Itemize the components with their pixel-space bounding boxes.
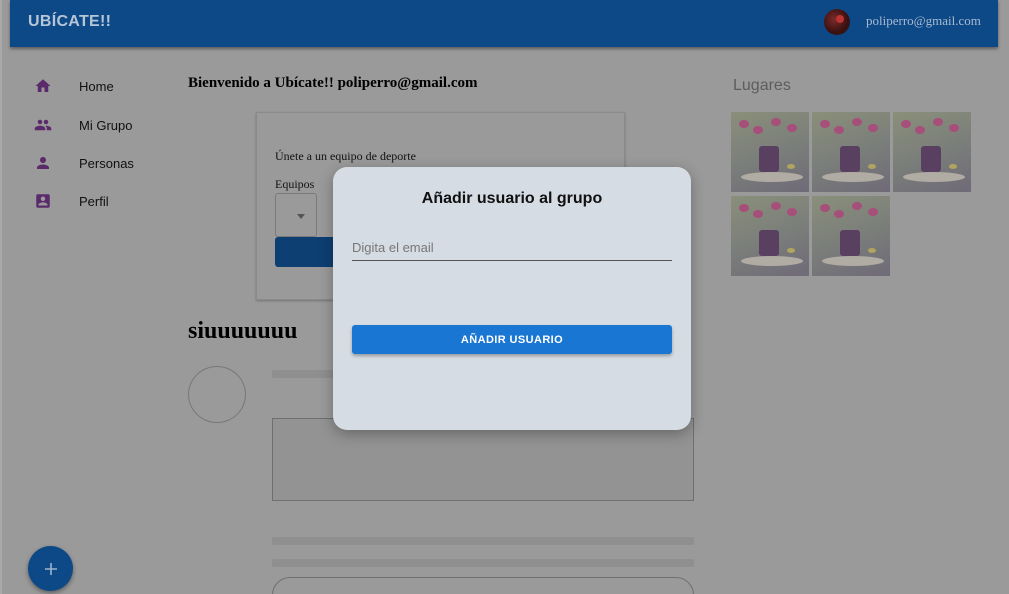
sidebar-item-perfil[interactable]: Perfil [32, 189, 172, 213]
add-fab-button[interactable] [28, 546, 73, 591]
places-title: Lugares [733, 77, 791, 94]
add-user-button[interactable]: AÑADIR USUARIO [352, 325, 672, 354]
add-user-dialog: Añadir usuario al grupo AÑADIR USUARIO [333, 167, 691, 430]
user-email: poliperro@gmail.com [866, 13, 981, 28]
plus-icon [44, 562, 57, 575]
place-image[interactable] [812, 196, 890, 276]
email-field[interactable] [352, 235, 672, 261]
caret-down-icon [297, 214, 305, 219]
sidebar-item-label: Perfil [79, 193, 109, 209]
placeholder-line [272, 537, 694, 545]
app-title[interactable]: UBÍCATE!! [28, 13, 111, 31]
join-team-text: Únete a un equipo de deporte [275, 149, 416, 163]
welcome-heading: Bienvenido a Ubícate!! poliperro@gmail.c… [188, 75, 478, 91]
dialog-title: Añadir usuario al grupo [421, 190, 603, 207]
teams-select[interactable] [275, 193, 317, 237]
placeholder-box [272, 418, 694, 501]
place-image[interactable] [893, 112, 971, 192]
placeholder-line [272, 370, 334, 378]
user-avatar[interactable] [824, 9, 850, 35]
profile-icon [32, 190, 54, 212]
sidebar-item-label: Home [79, 78, 114, 94]
home-icon [32, 75, 54, 97]
page-backdrop: UBÍCATE!! poliperro@gmail.com Home Mi Gr… [2, 0, 1009, 594]
app-bar: UBÍCATE!! poliperro@gmail.com [10, 0, 998, 47]
placeholder-line [272, 559, 694, 567]
group-name-heading: siuuuuuuu [188, 318, 298, 344]
person-icon [32, 152, 54, 174]
place-image[interactable] [731, 196, 809, 276]
sidebar-item-label: Personas [79, 155, 134, 171]
place-image[interactable] [731, 112, 809, 192]
place-image[interactable] [812, 112, 890, 192]
sidebar-item-label: Mi Grupo [79, 117, 133, 133]
group-icon [32, 114, 54, 136]
placeholder-pill [272, 577, 694, 594]
sidebar-item-home[interactable]: Home [32, 74, 172, 98]
sidebar-item-personas[interactable]: Personas [32, 151, 172, 175]
teams-select-label: Equipos [275, 177, 315, 191]
sidebar-item-mi-grupo[interactable]: Mi Grupo [32, 113, 172, 137]
placeholder-avatar [188, 366, 246, 423]
